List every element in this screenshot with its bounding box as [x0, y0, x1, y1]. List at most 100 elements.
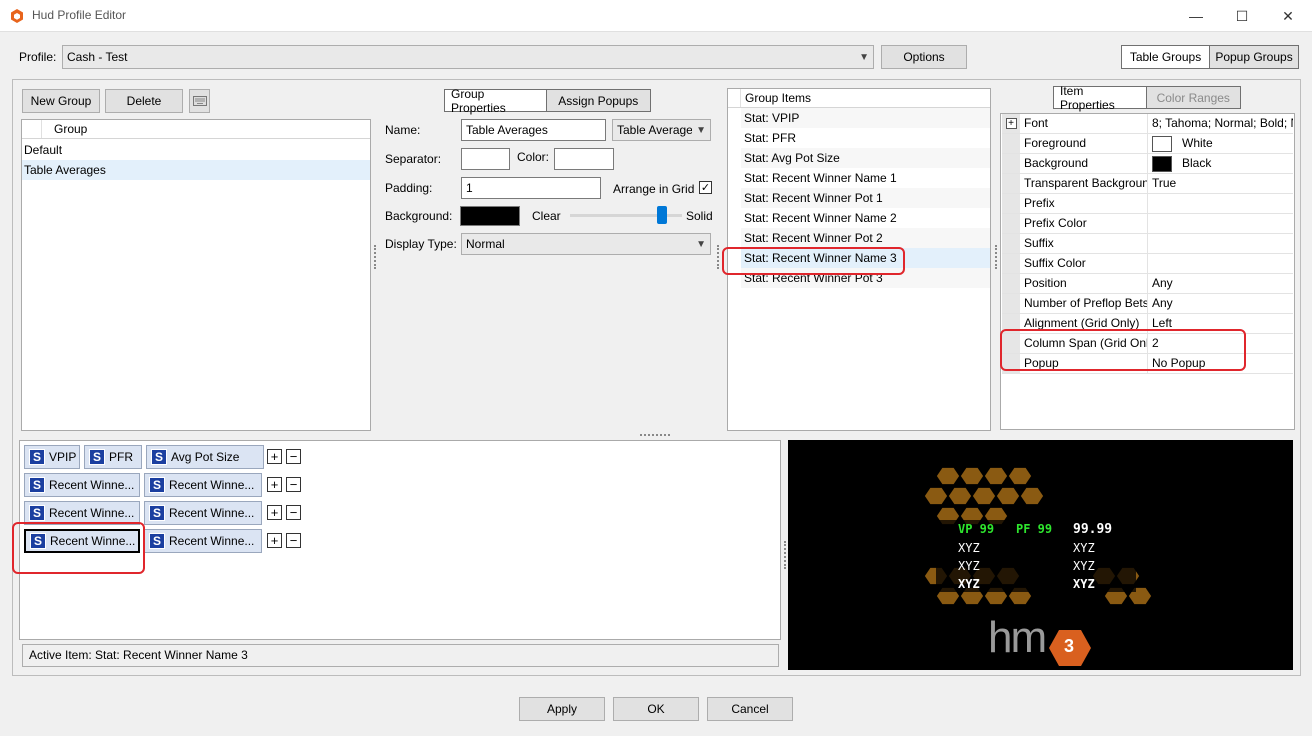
stat-chip[interactable]: S PFR: [84, 445, 142, 469]
profile-select[interactable]: Cash - Test ▼: [62, 45, 874, 69]
property-row[interactable]: Prefix Color: [1002, 214, 1293, 234]
splitter-handle[interactable]: [374, 245, 377, 269]
options-button[interactable]: Options: [881, 45, 967, 69]
group-item-row[interactable]: Stat: Recent Winner Name 2: [741, 208, 990, 228]
maximize-button[interactable]: ☐: [1219, 0, 1265, 32]
property-value[interactable]: Black: [1148, 154, 1293, 173]
honeycomb-cell: [947, 486, 973, 506]
hud-winner-pot-2: XYZ: [1073, 559, 1095, 573]
group-item-row[interactable]: Stat: Recent Winner Pot 2: [741, 228, 990, 248]
group-item-row[interactable]: Stat: Avg Pot Size: [741, 148, 990, 168]
delete-button[interactable]: Delete: [105, 89, 183, 113]
keyboard-button[interactable]: [189, 89, 210, 113]
stat-chip[interactable]: S Recent Winne...: [144, 501, 262, 525]
property-value[interactable]: Any: [1148, 274, 1293, 293]
splitter-handle[interactable]: [640, 434, 670, 437]
name-field[interactable]: Table Averages: [461, 119, 606, 141]
stat-chip[interactable]: S Recent Winne...: [144, 529, 262, 553]
tab-popup-groups[interactable]: Popup Groups: [1210, 46, 1298, 68]
stat-chip[interactable]: S Recent Winne...: [24, 473, 140, 497]
remove-column-button[interactable]: −: [286, 449, 301, 464]
add-column-button[interactable]: +: [267, 505, 282, 520]
property-row[interactable]: Number of Preflop Bets Any: [1002, 294, 1293, 314]
separator-field[interactable]: [461, 148, 510, 170]
property-row[interactable]: Position Any: [1002, 274, 1293, 294]
property-value[interactable]: True: [1148, 174, 1293, 193]
group-item-row[interactable]: Stat: Recent Winner Pot 1: [741, 188, 990, 208]
stat-chip-label: Recent Winne...: [50, 534, 136, 548]
stat-chip[interactable]: S Recent Winne...: [24, 501, 140, 525]
group-item-row[interactable]: Stat: VPIP: [741, 108, 990, 128]
property-row[interactable]: Background Black: [1002, 154, 1293, 174]
splitter-handle[interactable]: [717, 245, 720, 269]
tab-group-properties[interactable]: Group Properties: [445, 87, 547, 115]
splitter-handle[interactable]: [784, 541, 787, 569]
group-item-row[interactable]: Stat: PFR: [741, 128, 990, 148]
tab-assign-popups[interactable]: Assign Popups: [547, 90, 650, 111]
padding-field[interactable]: 1: [461, 177, 601, 199]
property-row[interactable]: Prefix: [1002, 194, 1293, 214]
property-row[interactable]: Column Span (Grid Only) 2: [1002, 334, 1293, 354]
group-row-table-averages[interactable]: Table Averages: [22, 160, 370, 180]
new-group-button[interactable]: New Group: [22, 89, 100, 113]
group-column-header[interactable]: Group: [42, 120, 87, 138]
group-item-row[interactable]: Stat: Recent Winner Name 3: [741, 248, 990, 268]
color-field[interactable]: [554, 148, 614, 170]
stat-chip[interactable]: S Recent Winne...: [24, 529, 140, 553]
property-row[interactable]: Alignment (Grid Only) Left: [1002, 314, 1293, 334]
property-row[interactable]: Suffix Color: [1002, 254, 1293, 274]
apply-button[interactable]: Apply: [519, 697, 605, 721]
tab-color-ranges[interactable]: Color Ranges: [1147, 87, 1241, 108]
splitter-handle[interactable]: [995, 245, 998, 269]
tab-table-groups[interactable]: Table Groups: [1122, 46, 1211, 68]
remove-column-button[interactable]: −: [286, 505, 301, 520]
property-value[interactable]: White: [1148, 134, 1293, 153]
remove-column-button[interactable]: −: [286, 533, 301, 548]
property-value[interactable]: 2: [1148, 334, 1293, 353]
property-value[interactable]: [1148, 194, 1293, 213]
property-row[interactable]: Transparent Background True: [1002, 174, 1293, 194]
display-type-select[interactable]: Normal ▼: [461, 233, 711, 255]
stat-chip[interactable]: S Recent Winne...: [144, 473, 262, 497]
property-row[interactable]: Popup No Popup: [1002, 354, 1293, 374]
separator-label: Separator:: [385, 152, 442, 166]
background-color-swatch[interactable]: [460, 206, 520, 226]
minimize-button[interactable]: —: [1173, 0, 1219, 32]
group-item-row[interactable]: Stat: Recent Winner Name 1: [741, 168, 990, 188]
stat-badge-icon: S: [29, 505, 45, 521]
property-value[interactable]: Any: [1148, 294, 1293, 313]
add-column-button[interactable]: +: [267, 477, 282, 492]
add-column-button[interactable]: +: [267, 533, 282, 548]
close-button[interactable]: ✕: [1265, 0, 1311, 32]
opacity-slider-thumb[interactable]: [656, 206, 667, 224]
property-value[interactable]: [1148, 234, 1293, 253]
property-value[interactable]: No Popup: [1148, 354, 1293, 373]
name-combo[interactable]: Table Averages ▼: [612, 119, 711, 141]
remove-column-button[interactable]: −: [286, 477, 301, 492]
ok-button[interactable]: OK: [613, 697, 699, 721]
property-name: Font: [1020, 114, 1148, 133]
cancel-button[interactable]: Cancel: [707, 697, 793, 721]
name-label: Name:: [385, 123, 421, 137]
property-row-gutter: [1002, 334, 1020, 353]
hud-preview: VP 99 PF 99 99.99 XYZ XYZ XYZ XYZ XYZ XY…: [788, 440, 1293, 670]
property-row[interactable]: Foreground White: [1002, 134, 1293, 154]
property-row[interactable]: Suffix: [1002, 234, 1293, 254]
arrange-grid-checkbox[interactable]: ✓: [699, 181, 712, 194]
property-value[interactable]: 8; Tahoma; Normal; Bold; N: [1148, 114, 1293, 133]
stat-chip[interactable]: S VPIP: [24, 445, 80, 469]
honeycomb-cell: [923, 486, 949, 506]
tab-item-properties[interactable]: Item Properties: [1054, 84, 1147, 112]
stat-chip[interactable]: S Avg Pot Size: [146, 445, 264, 469]
group-row-default[interactable]: Default: [22, 140, 370, 160]
property-value-text: 8; Tahoma; Normal; Bold; N: [1152, 116, 1293, 130]
property-value[interactable]: [1148, 254, 1293, 273]
property-value[interactable]: [1148, 214, 1293, 233]
property-name: Popup: [1020, 354, 1148, 373]
group-items-header-label[interactable]: Group Items: [741, 89, 811, 107]
group-item-row[interactable]: Stat: Recent Winner Pot 3: [741, 268, 990, 288]
property-row[interactable]: + Font 8; Tahoma; Normal; Bold; N: [1002, 114, 1293, 134]
property-value[interactable]: Left: [1148, 314, 1293, 333]
expand-icon[interactable]: +: [1005, 118, 1017, 129]
add-column-button[interactable]: +: [267, 449, 282, 464]
